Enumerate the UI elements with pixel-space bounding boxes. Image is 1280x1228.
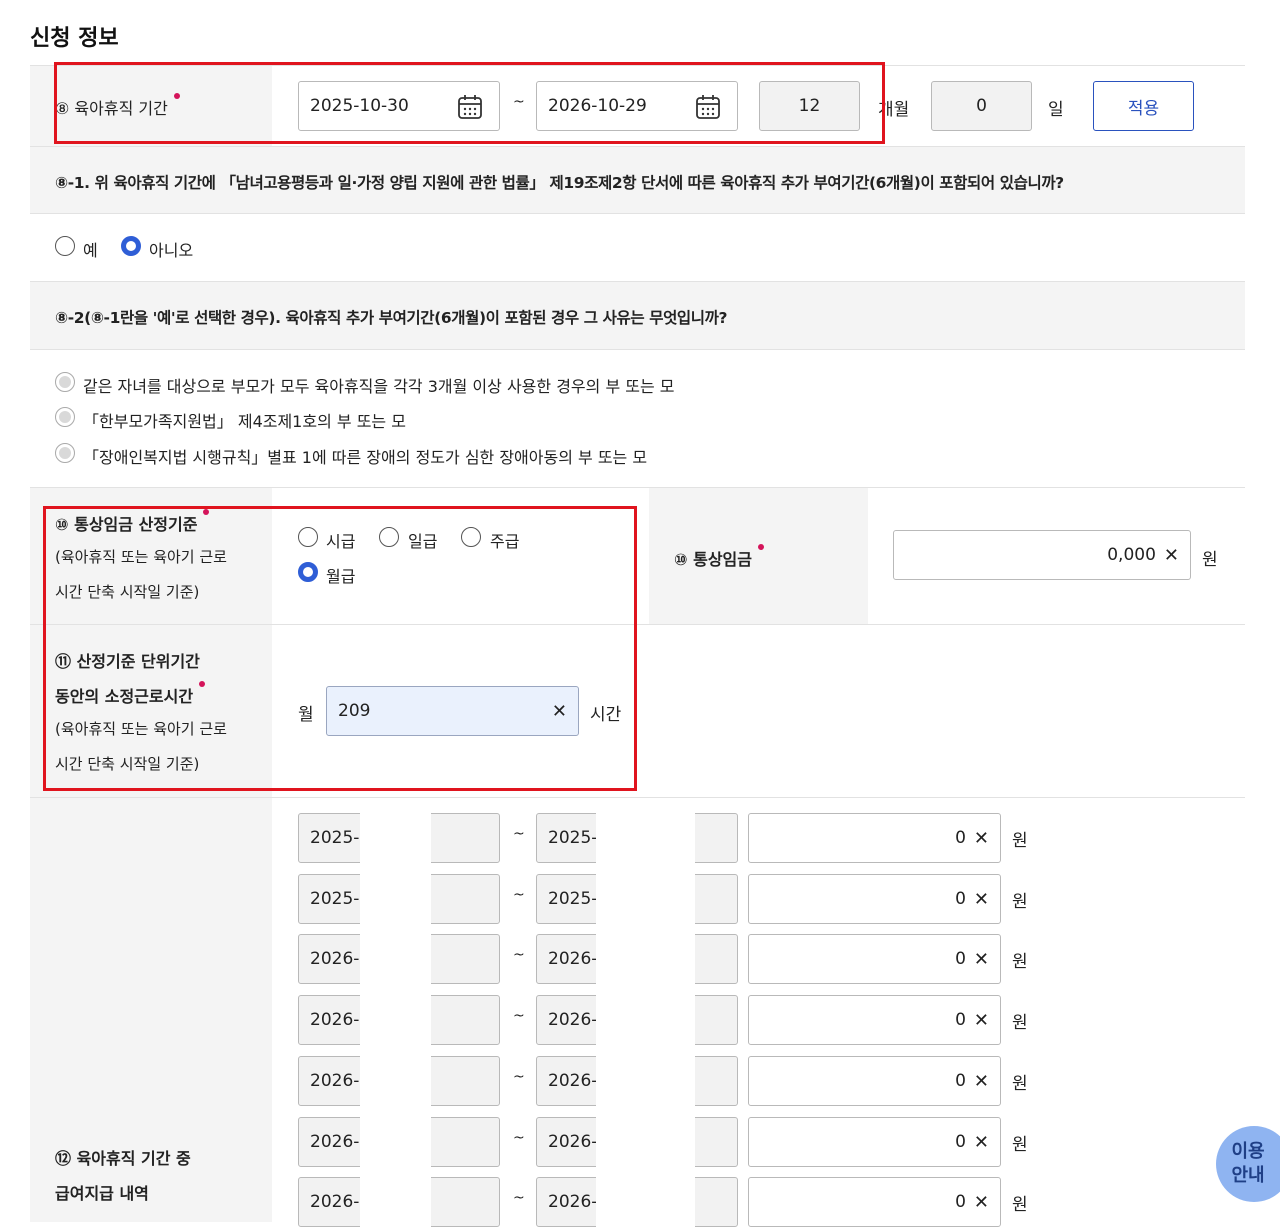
redaction-mask bbox=[596, 933, 695, 985]
pay-start-date-value: 2025- bbox=[310, 889, 360, 909]
tilde: ~ bbox=[513, 1008, 525, 1024]
redaction-mask bbox=[360, 1176, 431, 1228]
pay-amount-value: 0 bbox=[955, 1010, 966, 1030]
pay-amount-value: 0 bbox=[955, 1132, 966, 1152]
wage-label: ⑩ 통상임금 bbox=[674, 544, 764, 570]
pay-unit: 원 bbox=[1012, 892, 1028, 912]
pay-amount-input[interactable]: 0 ✕ bbox=[748, 813, 1001, 863]
pay-start-date-value: 2026- bbox=[310, 1071, 360, 1091]
pay-amount-value: 0 bbox=[955, 828, 966, 848]
q8-2-reason-radio-3[interactable] bbox=[55, 443, 75, 463]
pay-amount-input[interactable]: 0 ✕ bbox=[748, 1177, 1001, 1227]
pay-unit: 원 bbox=[1012, 1013, 1028, 1033]
pay-end-date-value: 2026- bbox=[548, 1010, 598, 1030]
pay-unit: 원 bbox=[1012, 1074, 1028, 1094]
pay-amount-value: 0 bbox=[955, 1192, 966, 1212]
pay-end-date-value: 2026- bbox=[548, 1192, 598, 1212]
q8-2-reason-radio-1[interactable] bbox=[55, 372, 75, 392]
help-button[interactable]: 이용안내 bbox=[1216, 1126, 1280, 1202]
pay-unit: 원 bbox=[1012, 1195, 1028, 1215]
q8-1-no-radio[interactable] bbox=[121, 236, 141, 256]
redaction-mask bbox=[360, 933, 431, 985]
tilde: ~ bbox=[513, 1069, 525, 1085]
clear-icon[interactable]: ✕ bbox=[974, 1010, 989, 1031]
tilde: ~ bbox=[513, 1190, 525, 1206]
redaction-mask bbox=[360, 994, 431, 1046]
redaction-mask bbox=[596, 994, 695, 1046]
wage-label-text: ⑩ 통상임금 bbox=[674, 550, 752, 569]
redaction-mask bbox=[1057, 532, 1106, 578]
pay-unit: 원 bbox=[1012, 831, 1028, 851]
pay-start-date-value: 2026- bbox=[310, 1010, 360, 1030]
redaction-mask bbox=[596, 1116, 695, 1168]
redaction-mask bbox=[596, 812, 695, 864]
pay-amount-value: 0 bbox=[955, 1071, 966, 1091]
q8-2-reason-label-3: 「장애인복지법 시행규칙」별표 1에 따른 장애의 정도가 심한 장애아동의 부… bbox=[83, 448, 648, 467]
tilde: ~ bbox=[513, 1130, 525, 1146]
q8-2-reason-label-1: 같은 자녀를 대상으로 부모가 모두 육아휴직을 각각 3개월 이상 사용한 경… bbox=[83, 377, 675, 396]
pay-end-date-value: 2025- bbox=[548, 889, 598, 909]
help-button-text: 이용안내 bbox=[1231, 1140, 1264, 1188]
help-line2: 안내 bbox=[1231, 1165, 1265, 1186]
pay-start-date-value: 2026- bbox=[310, 1192, 360, 1212]
clear-icon[interactable]: ✕ bbox=[974, 1192, 989, 1213]
tilde: ~ bbox=[513, 826, 525, 842]
divider bbox=[30, 349, 1245, 350]
clear-icon[interactable]: ✕ bbox=[974, 1132, 989, 1153]
redaction-mask bbox=[596, 1055, 695, 1107]
pay-amount-value: 0 bbox=[955, 949, 966, 969]
wage-value: 0,000 bbox=[1107, 545, 1156, 565]
required-dot bbox=[758, 544, 764, 550]
redaction-mask bbox=[360, 1116, 431, 1168]
pay-amount-input[interactable]: 0 ✕ bbox=[748, 874, 1001, 924]
clear-icon[interactable]: ✕ bbox=[974, 889, 989, 910]
pay-unit: 원 bbox=[1012, 952, 1028, 972]
clear-icon[interactable]: ✕ bbox=[974, 949, 989, 970]
row12-label2: 급여지급 내역 bbox=[55, 1184, 149, 1203]
tilde: ~ bbox=[513, 887, 525, 903]
q8-2-reason-label-2: 「한부모가족지원법」 제4조제1호의 부 또는 모 bbox=[83, 412, 406, 431]
redaction-mask bbox=[360, 1055, 431, 1107]
pay-start-date-value: 2025- bbox=[310, 828, 360, 848]
q8-1-no-label: 아니오 bbox=[149, 241, 194, 260]
pay-start-date-value: 2026- bbox=[310, 949, 360, 969]
days-unit: 일 bbox=[1048, 100, 1064, 120]
redaction-mask bbox=[360, 812, 431, 864]
highlight-box bbox=[54, 62, 885, 144]
help-line1: 이용 bbox=[1231, 1141, 1265, 1162]
q8-1-question: ⑧-1. 위 육아휴직 기간에 「남녀고용평등과 일·가정 양립 지원에 관한 … bbox=[55, 174, 1064, 192]
pay-amount-value: 0 bbox=[955, 889, 966, 909]
q8-1-yes-radio[interactable] bbox=[55, 236, 75, 256]
pay-amount-input[interactable]: 0 ✕ bbox=[748, 1056, 1001, 1106]
pay-amount-input[interactable]: 0 ✕ bbox=[748, 934, 1001, 984]
clear-icon[interactable]: ✕ bbox=[974, 828, 989, 849]
clear-icon[interactable]: ✕ bbox=[974, 1071, 989, 1092]
days-field: 0 bbox=[931, 81, 1032, 131]
q8-2-question: ⑧-2(⑧-1란을 '예'로 선택한 경우). 육아휴직 추가 부여기간(6개월… bbox=[55, 309, 728, 327]
q8-1-yes-label: 예 bbox=[83, 241, 98, 260]
redaction-mask bbox=[360, 873, 431, 925]
redaction-mask bbox=[596, 873, 695, 925]
divider bbox=[30, 213, 1245, 214]
pay-end-date-value: 2026- bbox=[548, 949, 598, 969]
pay-start-date-value: 2026- bbox=[310, 1132, 360, 1152]
highlight-box bbox=[43, 506, 637, 791]
pay-amount-input[interactable]: 0 ✕ bbox=[748, 1117, 1001, 1167]
row12-label1: ⑫ 육아휴직 기간 중 bbox=[55, 1149, 191, 1168]
pay-end-date-value: 2026- bbox=[548, 1132, 598, 1152]
pay-end-date-value: 2025- bbox=[548, 828, 598, 848]
tilde: ~ bbox=[513, 947, 525, 963]
pay-amount-input[interactable]: 0 ✕ bbox=[748, 995, 1001, 1045]
pay-end-date-value: 2026- bbox=[548, 1071, 598, 1091]
wage-unit: 원 bbox=[1202, 550, 1218, 570]
divider bbox=[30, 146, 1245, 147]
page-title: 신청 정보 bbox=[30, 26, 119, 51]
pay-unit: 원 bbox=[1012, 1135, 1028, 1155]
redaction-mask bbox=[596, 1176, 695, 1228]
wage-input[interactable]: 0,000 ✕ bbox=[893, 530, 1191, 580]
q8-2-reason-radio-2[interactable] bbox=[55, 407, 75, 427]
apply-button[interactable]: 적용 bbox=[1093, 81, 1194, 131]
clear-icon[interactable]: ✕ bbox=[1164, 545, 1179, 566]
